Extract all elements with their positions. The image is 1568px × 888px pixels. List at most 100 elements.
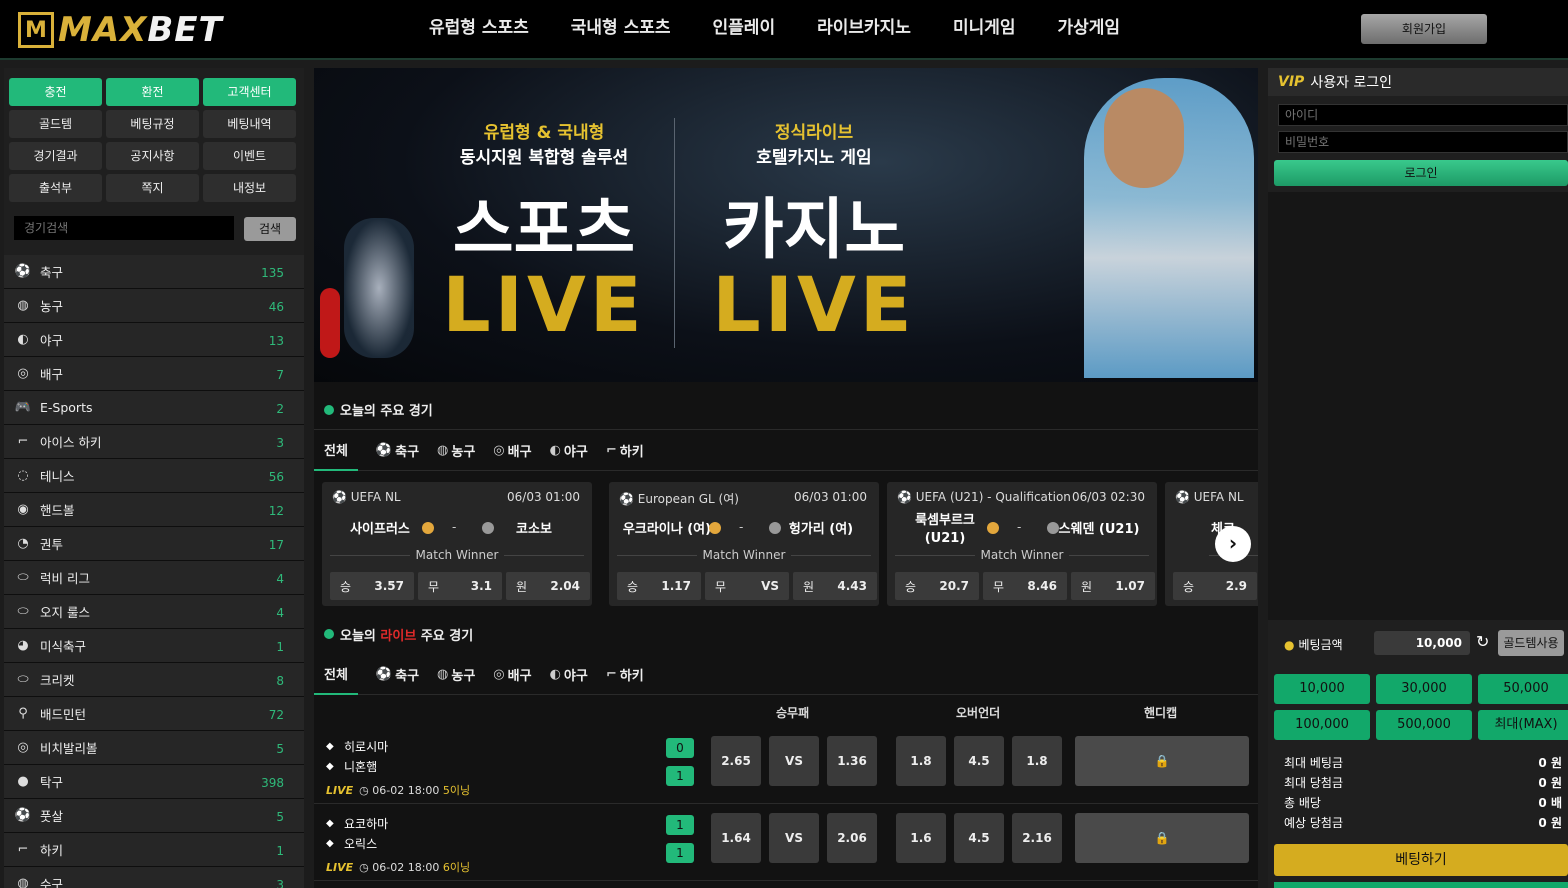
amount-button[interactable]: 50,000 xyxy=(1478,674,1568,704)
sport-item[interactable]: ◔ 권투 17 xyxy=(4,527,304,561)
wdl-odds-button[interactable]: 2.65 xyxy=(711,736,761,786)
sport-item[interactable]: ⬭ 크리켓 8 xyxy=(4,663,304,697)
sport-item[interactable]: ◎ 비치발리볼 5 xyxy=(4,731,304,765)
nav-live-casino[interactable]: 라이브카지노 xyxy=(796,0,932,58)
amount-button[interactable]: 10,000 xyxy=(1274,674,1370,704)
refresh-icon[interactable]: ↻ xyxy=(1476,632,1489,651)
lock-icon: 🔒 xyxy=(1154,831,1170,845)
tab-hockey[interactable]: ⌐ 하키 xyxy=(606,655,644,695)
sport-count: 56 xyxy=(268,470,284,484)
tab-all[interactable]: 전체 xyxy=(314,655,358,695)
wdl-odds-button[interactable]: 2.06 xyxy=(827,813,877,863)
event-button[interactable]: 이벤트 xyxy=(203,142,296,170)
sport-item[interactable]: ⌐ 하키 1 xyxy=(4,833,304,867)
nav-virtual-game[interactable]: 가상게임 xyxy=(1037,0,1142,58)
team-away-name: 오릭스 xyxy=(344,837,378,851)
sport-item[interactable]: ◎ 배구 7 xyxy=(4,357,304,391)
banner-left-title: 스포츠 xyxy=(452,191,636,268)
odds-button[interactable]: 무 8.46 xyxy=(983,572,1067,600)
ou-odds-button[interactable]: 1.8 xyxy=(896,736,946,786)
tab-basketball[interactable]: ◍ 농구 xyxy=(437,655,475,695)
odds-button[interactable]: 무 VS xyxy=(705,572,789,600)
signup-button[interactable]: 회원가입 xyxy=(1361,14,1487,44)
promo-banner[interactable]: 유럽형 & 국내형 동시지원 복합형 솔루션 스포츠 LIVE 정식라이브 호텔… xyxy=(314,68,1258,382)
nav-euro-sports[interactable]: 유럽형 스포츠 xyxy=(408,0,550,58)
sport-item[interactable]: ◐ 야구 13 xyxy=(4,323,304,357)
ou-odds-button[interactable]: 2.16 xyxy=(1012,813,1062,863)
odds-button[interactable]: 원 2.04 xyxy=(506,572,590,600)
search-button[interactable]: 검색 xyxy=(244,217,296,241)
attendance-button[interactable]: 출석부 xyxy=(9,174,102,202)
odds-button[interactable]: 승 2.9 xyxy=(1173,572,1257,600)
wdl-odds-button[interactable]: 1.36 xyxy=(827,736,877,786)
sport-item[interactable]: ◕ 미식축구 1 xyxy=(4,629,304,663)
tab-all[interactable]: 전체 xyxy=(314,431,358,471)
sport-item[interactable]: ⚽ 축구 135 xyxy=(4,255,304,289)
odds-button[interactable]: 원 1.07 xyxy=(1071,572,1155,600)
messages-button[interactable]: 쪽지 xyxy=(106,174,199,202)
withdraw-button[interactable]: 환전 xyxy=(106,78,199,106)
tab-soccer[interactable]: ⚽ 축구 xyxy=(376,431,419,471)
tab-hockey[interactable]: ⌐ 하키 xyxy=(606,431,644,471)
amount-button[interactable]: 30,000 xyxy=(1376,674,1472,704)
logo[interactable]: M MAXBET xyxy=(18,10,223,50)
place-bet-button[interactable]: 베팅하기 xyxy=(1274,844,1568,876)
ou-odds-button[interactable]: 4.5 xyxy=(954,813,1004,863)
amount-button[interactable]: 500,000 xyxy=(1376,710,1472,740)
match-search-input[interactable] xyxy=(14,216,234,240)
support-button[interactable]: 고객센터 xyxy=(203,78,296,106)
tab-soccer[interactable]: ⚽ 축구 xyxy=(376,655,419,695)
amount-button[interactable]: 100,000 xyxy=(1274,710,1370,740)
sport-item[interactable]: ● 탁구 398 xyxy=(4,765,304,799)
sport-name: 풋살 xyxy=(40,809,64,824)
sport-item[interactable]: ◍ 수구 3 xyxy=(4,867,304,888)
cricket-icon: ⬭ xyxy=(17,672,29,687)
notice-button[interactable]: 공지사항 xyxy=(106,142,199,170)
ou-odds-button[interactable]: 1.6 xyxy=(896,813,946,863)
sport-item[interactable]: 🎮 E-Sports 2 xyxy=(4,391,304,425)
password-input[interactable] xyxy=(1278,131,1568,153)
sport-item[interactable]: ⚲ 배드민턴 72 xyxy=(4,697,304,731)
ou-odds-button[interactable]: 4.5 xyxy=(954,736,1004,786)
odds-button[interactable]: 무 3.1 xyxy=(418,572,502,600)
bet-rules-button[interactable]: 베팅규정 xyxy=(106,110,199,138)
sport-item[interactable]: ◍ 농구 46 xyxy=(4,289,304,323)
bet-history-button[interactable]: 베팅내역 xyxy=(203,110,296,138)
sport-name: 권투 xyxy=(40,537,64,552)
sport-item[interactable]: ⬭ 럭비 리그 4 xyxy=(4,561,304,595)
tab-volleyball[interactable]: ◎ 배구 xyxy=(493,431,531,471)
sport-item[interactable]: ◌ 테니스 56 xyxy=(4,459,304,493)
deposit-button[interactable]: 충전 xyxy=(9,78,102,106)
amount-button[interactable]: 최대(MAX) xyxy=(1478,710,1568,740)
sport-count: 4 xyxy=(276,572,284,586)
sport-name: 비치발리볼 xyxy=(40,741,98,756)
odds-button[interactable]: 승 1.17 xyxy=(617,572,701,600)
my-info-button[interactable]: 내정보 xyxy=(203,174,296,202)
nav-inplay[interactable]: 인플레이 xyxy=(692,0,797,58)
odds-button[interactable]: 원 4.43 xyxy=(793,572,877,600)
wdl-odds-button[interactable]: VS xyxy=(769,813,819,863)
sport-item[interactable]: ⌐ 아이스 하키 3 xyxy=(4,425,304,459)
next-arrow-icon[interactable]: › xyxy=(1215,526,1251,562)
user-id-input[interactable] xyxy=(1278,104,1568,126)
results-button[interactable]: 경기결과 xyxy=(9,142,102,170)
bet-amount-field[interactable]: 10,000 xyxy=(1374,631,1470,655)
sport-item[interactable]: ⚽ 풋살 5 xyxy=(4,799,304,833)
tab-baseball[interactable]: ◐ 야구 xyxy=(550,655,588,695)
tab-basketball[interactable]: ◍ 농구 xyxy=(437,431,475,471)
use-goldtem-button[interactable]: 골드템사용 xyxy=(1498,630,1564,656)
ou-odds-button[interactable]: 1.8 xyxy=(1012,736,1062,786)
sport-item[interactable]: ◉ 핸드볼 12 xyxy=(4,493,304,527)
tab-volleyball[interactable]: ◎ 배구 xyxy=(493,655,531,695)
sport-name: 수구 xyxy=(40,877,64,888)
wdl-odds-button[interactable]: 1.64 xyxy=(711,813,761,863)
odds-button[interactable]: 승 3.57 xyxy=(330,572,414,600)
nav-domestic-sports[interactable]: 국내형 스포츠 xyxy=(550,0,692,58)
login-button[interactable]: 로그인 xyxy=(1274,160,1568,186)
odds-button[interactable]: 승 20.7 xyxy=(895,572,979,600)
tab-baseball[interactable]: ◐ 야구 xyxy=(550,431,588,471)
goldtem-button[interactable]: 골드템 xyxy=(9,110,102,138)
sport-item[interactable]: ⬭ 오지 룰스 4 xyxy=(4,595,304,629)
wdl-odds-button[interactable]: VS xyxy=(769,736,819,786)
nav-minigame[interactable]: 미니게임 xyxy=(932,0,1037,58)
